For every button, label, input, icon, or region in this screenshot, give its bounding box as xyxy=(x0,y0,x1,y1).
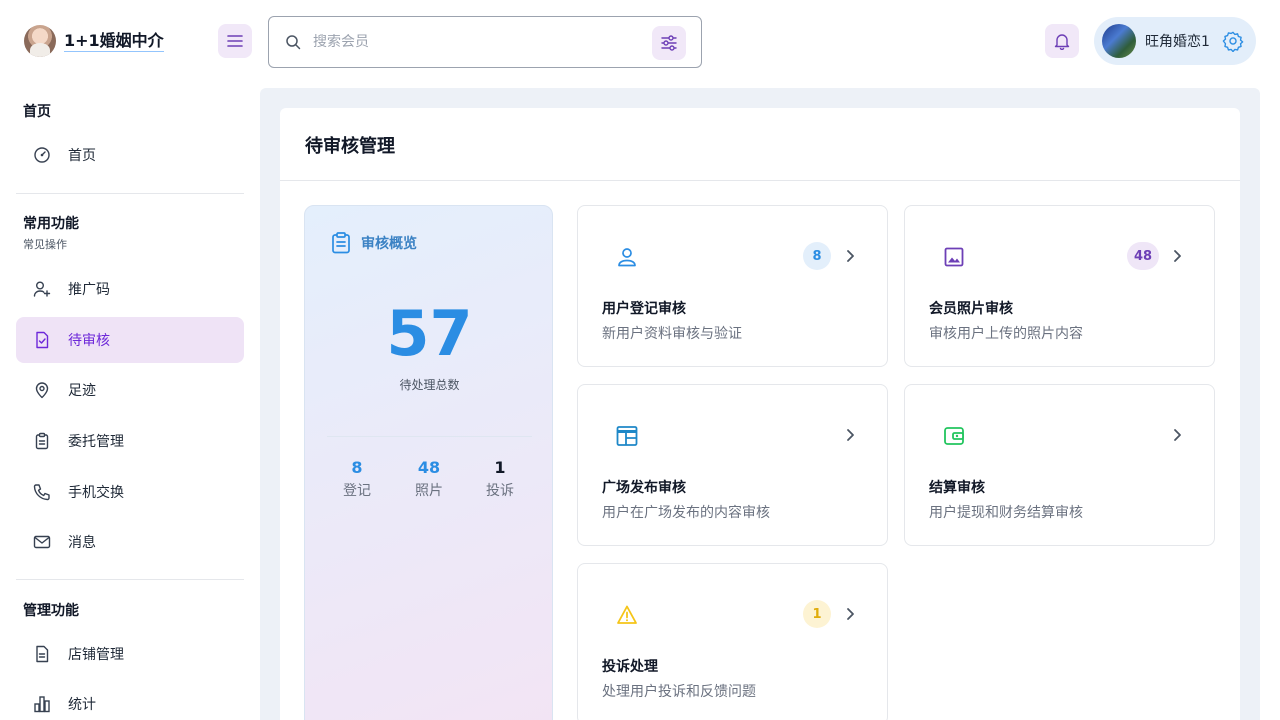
section-title-home: 首页 xyxy=(23,104,51,120)
summary-header: 审核概览 xyxy=(331,232,417,254)
brand-logo-avatar xyxy=(24,25,56,57)
stat-label: 登记 xyxy=(343,483,371,499)
section-title-common: 常用功能 xyxy=(23,216,79,232)
sliders-icon xyxy=(661,35,677,51)
layout-icon xyxy=(616,425,638,447)
card-title: 用户登记审核 xyxy=(602,301,686,317)
card-complaint-handling[interactable]: 1 投诉处理 处理用户投诉和反馈问题 xyxy=(577,563,888,720)
sidebar-item-pending-review[interactable]: 待审核 xyxy=(16,317,244,363)
section-title-admin: 管理功能 xyxy=(23,603,79,619)
location-pin-icon xyxy=(33,381,51,399)
card-description: 用户在广场发布的内容审核 xyxy=(602,505,770,521)
sidebar-item-store-management[interactable]: 店铺管理 xyxy=(16,631,244,677)
search-icon xyxy=(285,34,301,50)
hamburger-icon xyxy=(227,35,243,47)
stat-photos: 48 照片 xyxy=(399,458,459,500)
top-header: 1+1婚姻中介 旺角婚恋1 xyxy=(0,0,1280,82)
sidebar-item-label: 消息 xyxy=(68,535,96,551)
notifications-button[interactable] xyxy=(1045,24,1079,58)
chevron-right-icon[interactable] xyxy=(843,247,859,265)
stat-label: 投诉 xyxy=(486,483,514,499)
divider xyxy=(16,193,244,194)
divider xyxy=(16,579,244,580)
card-description: 处理用户投诉和反馈问题 xyxy=(602,684,756,700)
user-add-icon xyxy=(33,280,51,298)
stat-value: 48 xyxy=(417,458,441,477)
brand-name[interactable]: 1+1婚姻中介 xyxy=(64,31,164,52)
dashboard-icon xyxy=(33,146,51,164)
clipboard-icon xyxy=(33,432,51,450)
wallet-icon xyxy=(943,425,965,447)
user-icon xyxy=(616,246,638,268)
count-badge: 48 xyxy=(1127,242,1159,270)
review-panel: 待审核管理 审核概览 57 待处理总数 8 登记 48 照片 1 投诉 8 用户… xyxy=(280,108,1240,720)
stat-registration: 8 登记 xyxy=(327,458,387,500)
sidebar-item-phone-exchange[interactable]: 手机交换 xyxy=(16,469,244,515)
card-description: 审核用户上传的照片内容 xyxy=(929,326,1083,342)
card-title: 结算审核 xyxy=(929,480,985,496)
user-menu[interactable]: 旺角婚恋1 xyxy=(1094,17,1256,65)
file-check-icon xyxy=(33,331,51,349)
card-title: 广场发布审核 xyxy=(602,480,686,496)
sidebar-item-messages[interactable]: 消息 xyxy=(16,519,244,565)
sidebar-item-label: 推广码 xyxy=(68,282,110,298)
stat-label: 照片 xyxy=(415,483,443,499)
avatar xyxy=(1102,24,1136,58)
summary-title: 审核概览 xyxy=(361,236,417,252)
search-input[interactable] xyxy=(313,34,633,50)
chevron-right-icon[interactable] xyxy=(1170,426,1186,444)
divider xyxy=(327,436,532,437)
phone-icon xyxy=(33,483,51,501)
card-description: 新用户资料审核与验证 xyxy=(602,326,742,342)
clipboard-list-icon xyxy=(332,232,350,254)
chevron-right-icon[interactable] xyxy=(843,426,859,444)
chevron-right-icon[interactable] xyxy=(1170,247,1186,265)
card-title: 会员照片审核 xyxy=(929,301,1013,317)
main-content: 待审核管理 审核概览 57 待处理总数 8 登记 48 照片 1 投诉 8 用户… xyxy=(260,88,1260,720)
count-badge: 1 xyxy=(803,600,831,628)
review-summary-card: 审核概览 57 待处理总数 8 登记 48 照片 1 投诉 xyxy=(304,205,553,720)
sidebar-item-label: 待审核 xyxy=(68,333,110,349)
card-plaza-post-review[interactable]: 广场发布审核 用户在广场发布的内容审核 xyxy=(577,384,888,546)
divider xyxy=(280,180,1240,181)
sidebar-item-label: 统计 xyxy=(68,697,96,713)
card-user-registration-review[interactable]: 8 用户登记审核 新用户资料审核与验证 xyxy=(577,205,888,367)
gear-icon[interactable] xyxy=(1222,30,1244,52)
user-name: 旺角婚恋1 xyxy=(1145,34,1210,50)
document-icon xyxy=(33,645,51,663)
mail-icon xyxy=(33,533,51,551)
warning-icon xyxy=(616,604,638,626)
sidebar-item-statistics[interactable]: 统计 xyxy=(16,681,244,720)
summary-total-label: 待处理总数 xyxy=(399,378,460,392)
chevron-right-icon[interactable] xyxy=(843,605,859,623)
sidebar-item-label: 店铺管理 xyxy=(68,647,124,663)
count-badge: 8 xyxy=(803,242,831,270)
search-bar xyxy=(268,16,702,68)
card-description: 用户提现和财务结算审核 xyxy=(929,505,1083,521)
page-title: 待审核管理 xyxy=(305,136,395,157)
card-member-photo-review[interactable]: 48 会员照片审核 审核用户上传的照片内容 xyxy=(904,205,1215,367)
card-title: 投诉处理 xyxy=(602,659,658,675)
summary-total: 57 xyxy=(386,297,473,370)
card-settlement-review[interactable]: 结算审核 用户提现和财务结算审核 xyxy=(904,384,1215,546)
sidebar-item-footprint[interactable]: 足迹 xyxy=(16,367,244,413)
bell-icon xyxy=(1054,33,1070,50)
sidebar-item-label: 足迹 xyxy=(68,383,96,399)
sidebar-item-label: 首页 xyxy=(68,148,96,164)
section-subtitle-common: 常见操作 xyxy=(23,238,67,251)
stat-complaints: 1 投诉 xyxy=(470,458,530,500)
filter-button[interactable] xyxy=(652,26,686,60)
sidebar-item-promo-code[interactable]: 推广码 xyxy=(16,266,244,312)
sidebar-item-label: 手机交换 xyxy=(68,485,124,501)
image-icon xyxy=(943,246,965,268)
stat-value: 1 xyxy=(494,458,506,477)
menu-toggle-button[interactable] xyxy=(218,24,252,58)
sidebar-item-home[interactable]: 首页 xyxy=(16,132,244,178)
bar-chart-icon xyxy=(33,695,51,713)
sidebar-item-label: 委托管理 xyxy=(68,434,124,450)
brand[interactable]: 1+1婚姻中介 xyxy=(24,25,164,57)
sidebar-item-delegation[interactable]: 委托管理 xyxy=(16,418,244,464)
sidebar: 首页 首页 常用功能 常见操作 推广码 待审核 足迹 委托管理 手机交换 消息 … xyxy=(0,82,260,720)
stat-value: 8 xyxy=(351,458,363,477)
